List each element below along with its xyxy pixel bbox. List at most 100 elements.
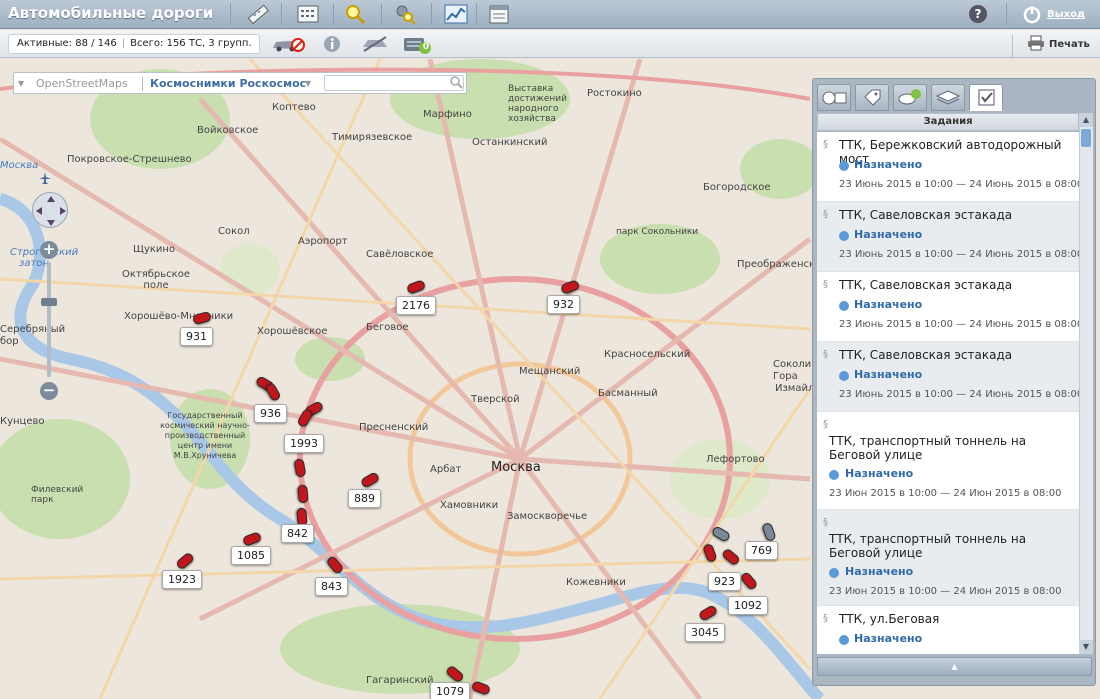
tasks-tab[interactable] — [969, 84, 1003, 111]
task-item[interactable]: § ТТК, Бережковский автодорожный мост На… — [817, 132, 1079, 202]
link-icon: § — [823, 517, 828, 528]
task-name: ТТК, Савеловская эстакада — [839, 278, 1013, 292]
vehicle-label[interactable]: 889 — [348, 489, 381, 508]
search-icon[interactable] — [449, 75, 463, 89]
map-label: Аэропорт — [298, 236, 348, 247]
toolbar-separator — [431, 3, 432, 25]
scroll-down-arrow-icon[interactable]: ▼ — [1079, 640, 1093, 654]
map-label: Гагаринский — [366, 675, 434, 686]
task-item[interactable]: § ТТК, Савеловская эстакада Назначено 23… — [817, 342, 1079, 412]
tasks-panel: Задания § ТТК, Бережковский автодорожный… — [812, 78, 1096, 686]
link-icon: § — [823, 209, 828, 220]
search-vehicle-icon[interactable] — [343, 3, 367, 25]
link-icon: § — [823, 613, 828, 624]
task-list-scrollbar[interactable] — [1079, 113, 1093, 654]
clipboard-icon[interactable] — [487, 3, 511, 25]
task-item[interactable]: § ТТК, транспортный тоннель на Беговой у… — [817, 412, 1079, 510]
vehicle-label[interactable]: 1923 — [162, 570, 202, 589]
task-item[interactable]: § ТТК, транспортный тоннель на Беговой у… — [817, 510, 1079, 606]
pan-control[interactable] — [32, 192, 68, 228]
map-label: Кунцево — [0, 416, 45, 427]
layer-satellite-option[interactable]: Космоснимки Роскосмос — [150, 77, 306, 90]
active-count: Активные: 88 / 146 — [17, 38, 117, 49]
map-search-input[interactable] — [324, 75, 464, 91]
vehicle-label[interactable]: 843 — [315, 577, 348, 596]
ruler-icon[interactable] — [246, 3, 270, 25]
print-button[interactable]: Печать — [1049, 39, 1090, 50]
power-icon[interactable] — [1022, 4, 1042, 24]
vehicle-label[interactable]: 1092 — [728, 596, 768, 615]
vehicle-marker[interactable] — [297, 484, 309, 504]
vehicle-label[interactable]: 769 — [745, 541, 778, 560]
task-dates: 23 Июнь 2015 в 10:00 — 24 Июнь 2015 в 08… — [839, 179, 1079, 190]
task-status: Назначено — [854, 632, 923, 645]
logout-link[interactable]: Выход — [1047, 9, 1085, 20]
zoom-out-button[interactable]: − — [40, 382, 58, 400]
hide-vehicles-icon[interactable] — [271, 35, 305, 53]
task-status: Назначено — [854, 228, 923, 241]
messages-badge: 0 — [422, 42, 430, 52]
map-label: Красносельский — [604, 349, 691, 360]
map-label: Басманный — [598, 388, 658, 399]
vehicle-label[interactable]: 931 — [180, 327, 213, 346]
vehicle-label[interactable]: 1085 — [231, 546, 271, 565]
map-layer-selector: ▼ OpenStreetMaps Космоснимки Роскосмос ▼ — [13, 72, 467, 94]
task-dates: 23 Июнь 2015 в 10:00 — 24 Июнь 2015 в 08… — [839, 389, 1079, 400]
vehicle-label[interactable]: 1993 — [284, 434, 324, 453]
task-item[interactable]: § ТТК, Савеловская эстакада Назначено 23… — [817, 202, 1079, 272]
map-label: Кожевники — [566, 577, 626, 588]
vehicle-label[interactable]: 936 — [254, 404, 287, 423]
vehicle-label[interactable]: 2176 — [396, 296, 436, 315]
map-label: Сокол — [218, 226, 250, 237]
map-label: Хорошёво-Мневники — [124, 311, 234, 322]
map-label: Хамовники — [440, 500, 499, 511]
toolbar-separator — [281, 3, 282, 25]
panel-collapse-button[interactable]: ▲ — [817, 657, 1092, 676]
link-icon: § — [823, 349, 828, 360]
toolbar-separator — [230, 3, 231, 25]
help-button[interactable]: ? — [969, 5, 987, 23]
vehicle-label[interactable]: 1079 — [430, 682, 470, 699]
task-status: Назначено — [854, 368, 923, 381]
vehicles-tab[interactable] — [817, 84, 851, 111]
task-item[interactable]: § ТТК, ул.Беговая Назначено — [817, 606, 1079, 654]
scroll-thumb[interactable] — [1081, 129, 1091, 147]
zoom-slider-handle[interactable] — [41, 298, 57, 306]
printer-icon[interactable] — [1027, 35, 1045, 51]
geofences-tab-icon — [898, 89, 921, 105]
calendar-grid-icon[interactable] — [296, 3, 320, 25]
scroll-up-arrow-icon[interactable]: ▲ — [1079, 113, 1093, 127]
layer-dropdown-arrow-icon[interactable]: ▼ — [18, 79, 24, 88]
task-item[interactable]: § ТТК, Савеловская эстакада Назначено 23… — [817, 272, 1079, 342]
geofences-tab[interactable] — [893, 84, 927, 111]
chart-icon[interactable] — [444, 3, 468, 25]
vehicle-label[interactable]: 842 — [281, 524, 314, 543]
map-label: Соколиная Гора — [773, 359, 830, 382]
map-label: Арбат — [430, 464, 462, 475]
toolbar-separator — [381, 3, 382, 25]
layer-dropdown-arrow-icon[interactable]: ▼ — [305, 79, 311, 88]
toolbar-separator — [333, 3, 334, 25]
map-label: Богородское — [703, 182, 771, 193]
panel-header: Задания — [817, 113, 1079, 131]
vehicle-label[interactable]: 3045 — [685, 623, 725, 642]
vehicle-label[interactable]: 932 — [547, 295, 580, 314]
no-signal-icon[interactable] — [360, 35, 390, 53]
vehicle-label[interactable]: 923 — [708, 572, 741, 591]
search-location-icon[interactable] — [393, 3, 417, 25]
vehicle-count-box: Активные: 88 / 146 | Всего: 156 ТС, 3 груп… — [8, 34, 260, 54]
link-icon: § — [823, 139, 828, 150]
zoom-in-button[interactable]: + — [40, 241, 58, 259]
task-status: Назначено — [854, 158, 923, 171]
link-icon: § — [823, 419, 828, 430]
layers-tab[interactable] — [931, 84, 965, 111]
tags-tab[interactable] — [855, 84, 889, 111]
layer-osm-option[interactable]: OpenStreetMaps — [36, 77, 128, 90]
city-label: Москва — [491, 460, 541, 475]
zoom-slider-track[interactable] — [47, 262, 51, 377]
map-label: Ростокино — [587, 88, 642, 99]
top-bar: Автомобильные дороги ? Выход — [0, 0, 1100, 29]
map-label: Войковское — [197, 125, 259, 136]
info-icon[interactable] — [323, 35, 341, 53]
map-label: парк Сокольники — [616, 227, 699, 237]
